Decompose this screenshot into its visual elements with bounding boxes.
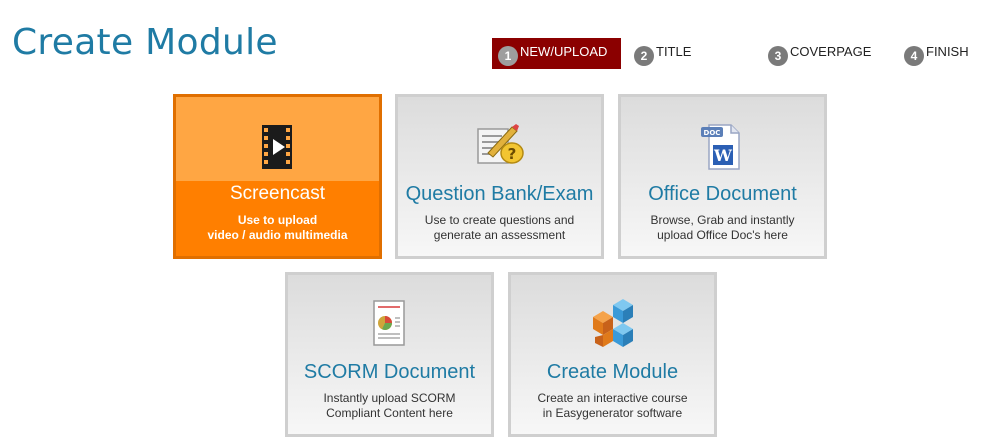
tile-description: Use to create questions and generate an … <box>410 213 589 243</box>
tile-title: Office Document <box>648 183 797 205</box>
step-number: 4 <box>904 45 924 66</box>
step-number: 2 <box>634 45 654 66</box>
svg-text:W: W <box>713 146 733 165</box>
tile-title: SCORM Document <box>303 361 476 383</box>
tile-title: Create Module <box>546 361 679 383</box>
tile-description: Browse, Grab and instantly upload Office… <box>633 213 812 243</box>
tile-desc-line: Use to create questions and <box>424 213 575 227</box>
tile-desc-line: video / audio multimedia <box>207 228 348 242</box>
tile-desc-line: upload Office Doc's here <box>657 228 788 242</box>
step-label: NEW/UPLOAD <box>520 44 608 59</box>
tile-desc-line: in Easygenerator software <box>542 406 683 420</box>
tile-question-bank[interactable]: ? Question Bank/Exam Use to create quest… <box>395 94 604 259</box>
step-number: 1 <box>498 45 518 66</box>
tile-screencast[interactable]: Screencast Use to upload video / audio m… <box>173 94 382 259</box>
svg-text:?: ? <box>507 145 516 163</box>
tile-description: Instantly upload SCORM Compliant Content… <box>300 391 479 421</box>
tile-title: Screencast <box>229 183 326 204</box>
tile-title: Question Bank/Exam <box>405 183 594 205</box>
tile-desc-line: Create an interactive course <box>537 391 688 405</box>
tile-office-document[interactable]: DOC W Office Document Browse, Grab and i… <box>618 94 827 259</box>
tile-desc-line: generate an assessment <box>433 228 566 242</box>
report-chart-icon <box>372 300 405 346</box>
cubes-icon <box>592 299 633 347</box>
step-finish[interactable]: 4 FINISH <box>904 38 969 69</box>
wizard-steps: 1 NEW/UPLOAD 2 TITLE 3 COVERPAGE 4 FINIS… <box>0 38 987 70</box>
step-title[interactable]: 2 TITLE <box>634 38 691 69</box>
tile-desc-line: Compliant Content here <box>326 406 453 420</box>
tile-desc-line: Use to upload <box>237 213 318 227</box>
tile-create-module[interactable]: Create Module Create an interactive cour… <box>508 272 717 437</box>
tile-scorm-document[interactable]: SCORM Document Instantly upload SCORM Co… <box>285 272 494 437</box>
tile-description: Create an interactive course in Easygene… <box>523 391 702 421</box>
question-edit-icon: ? <box>476 124 524 164</box>
svg-text:DOC: DOC <box>703 129 720 137</box>
step-label: FINISH <box>926 44 969 59</box>
tile-desc-line: Browse, Grab and instantly <box>650 213 795 227</box>
step-label: COVERPAGE <box>790 44 872 59</box>
tile-description: Use to upload video / audio multimedia <box>188 213 367 243</box>
tile-desc-line: Instantly upload SCORM <box>323 391 456 405</box>
film-play-icon <box>261 125 292 169</box>
step-new-upload[interactable]: 1 NEW/UPLOAD <box>492 38 622 69</box>
step-coverpage[interactable]: 3 COVERPAGE <box>768 38 871 69</box>
word-doc-icon: DOC W <box>700 124 740 170</box>
step-number: 3 <box>768 45 788 66</box>
step-label: TITLE <box>656 44 692 59</box>
